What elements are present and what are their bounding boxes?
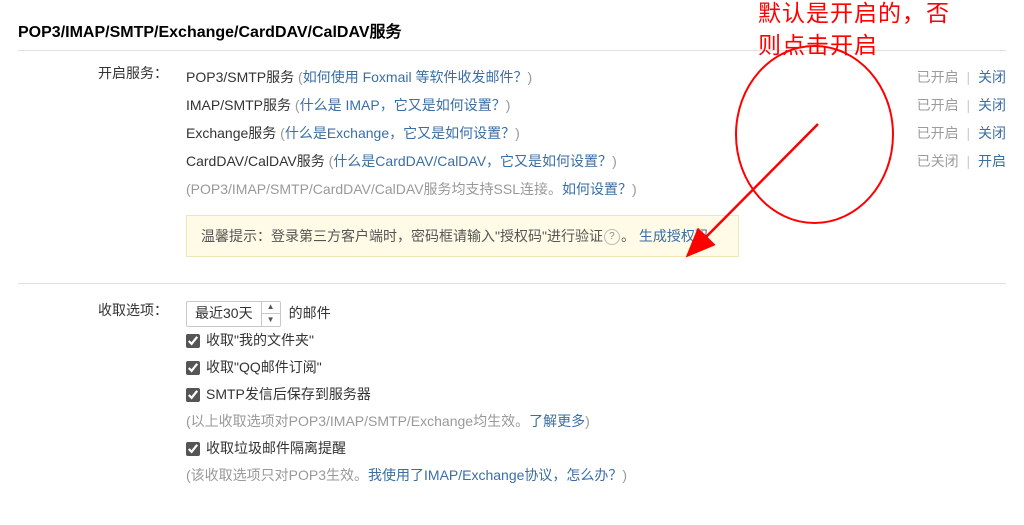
checkbox-spam[interactable] (186, 442, 200, 456)
checkbox-label: 收取垃圾邮件隔离提醒 (206, 435, 346, 462)
receive-note-2: (该收取选项只对POP3生效。我使用了IMAP/Exchange协议，怎么办？) (186, 462, 1006, 489)
chevron-up-icon[interactable]: ▲ (262, 302, 280, 315)
service-action-link[interactable]: 关闭 (978, 125, 1006, 141)
checkbox-row-myfolder: 收取"我的文件夹" (186, 327, 1006, 354)
service-status: 已开启 (917, 125, 959, 141)
note-prefix: (该收取选项只对POP3生效。 (186, 462, 368, 489)
service-action-link[interactable]: 关闭 (978, 97, 1006, 113)
service-row-carddav: CardDAV/CalDAV服务 (什么是CardDAV/CalDAV，它又是如… (186, 147, 1006, 175)
divider-top (18, 50, 1006, 51)
service-action-link[interactable]: 关闭 (978, 69, 1006, 85)
label-receive-options: 收取选项： (18, 300, 186, 489)
checkbox-label: 收取"我的文件夹" (206, 327, 314, 354)
note-prefix: (以上收取选项对POP3/IMAP/SMTP/Exchange均生效。 (186, 408, 529, 435)
ssl-note-link[interactable]: 如何设置？ (562, 181, 632, 197)
note-suffix: ) (622, 462, 627, 489)
tip-prefix: 温馨提示：登录第三方客户端时，密码框请输入"授权码"进行验证 (201, 228, 603, 244)
question-icon[interactable]: ? (604, 229, 620, 245)
checkbox-myfolder[interactable] (186, 334, 200, 348)
tip-period: 。 (621, 228, 635, 244)
chevron-down-icon[interactable]: ▼ (262, 314, 280, 326)
receive-note-1: (以上收取选项对POP3/IMAP/SMTP/Exchange均生效。了解更多) (186, 408, 1006, 435)
service-status: 已开启 (917, 69, 959, 85)
ssl-note-prefix: (POP3/IMAP/SMTP/CardDAV/CalDAV服务均支持SSL连接… (186, 181, 562, 197)
label-enable-service: 开启服务： (18, 63, 186, 265)
service-help-link[interactable]: 什么是CardDAV/CalDAV，它又是如何设置？ (333, 153, 612, 169)
days-select-value: 最近30天 (187, 300, 261, 327)
service-action-link[interactable]: 开启 (978, 153, 1006, 169)
service-row-pop3smtp: POP3/SMTP服务 (如何使用 Foxmail 等软件收发邮件？) 已开启 … (186, 63, 1006, 91)
checkbox-label: SMTP发信后保存到服务器 (206, 381, 371, 408)
service-help-link[interactable]: 如何使用 Foxmail 等软件收发邮件？ (303, 69, 528, 85)
service-status: 已关闭 (917, 153, 959, 169)
service-row-exchange: Exchange服务 (什么是Exchange，它又是如何设置？) 已开启 | … (186, 119, 1006, 147)
checkbox-smtpsave[interactable] (186, 388, 200, 402)
checkbox-row-spam: 收取垃圾邮件隔离提醒 (186, 435, 1006, 462)
service-status: 已开启 (917, 97, 959, 113)
section-title: POP3/IMAP/SMTP/Exchange/CardDAV/CalDAV服务 (18, 18, 1006, 42)
receive-suffix: 的邮件 (289, 300, 331, 327)
generate-auth-code-link[interactable]: 生成授权码 (639, 228, 709, 244)
learn-more-link[interactable]: 了解更多 (529, 408, 585, 435)
divider-middle (18, 283, 1006, 284)
service-help-link[interactable]: 什么是 IMAP，它又是如何设置？ (300, 97, 506, 113)
service-name: IMAP/SMTP服务 (186, 97, 291, 113)
ssl-note-row: (POP3/IMAP/SMTP/CardDAV/CalDAV服务均支持SSL连接… (186, 175, 1006, 203)
service-name: CardDAV/CalDAV服务 (186, 153, 325, 169)
service-name: Exchange服务 (186, 125, 276, 141)
checkbox-row-qqsub: 收取"QQ邮件订阅" (186, 354, 1006, 381)
ssl-note-suffix: ) (632, 181, 637, 197)
service-row-imapsmtp: IMAP/SMTP服务 (什么是 IMAP，它又是如何设置？) 已开启 | 关闭 (186, 91, 1006, 119)
stepper-icon[interactable]: ▲ ▼ (261, 302, 280, 326)
note-suffix: ) (585, 408, 590, 435)
days-select[interactable]: 最近30天 ▲ ▼ (186, 301, 281, 327)
service-name: POP3/SMTP服务 (186, 69, 294, 85)
tip-box: 温馨提示：登录第三方客户端时，密码框请输入"授权码"进行验证?。 生成授权码 (186, 215, 739, 257)
checkbox-row-smtpsave: SMTP发信后保存到服务器 (186, 381, 1006, 408)
checkbox-qqsub[interactable] (186, 361, 200, 375)
imap-help-link[interactable]: 我使用了IMAP/Exchange协议，怎么办？ (368, 462, 622, 489)
service-help-link[interactable]: 什么是Exchange，它又是如何设置？ (285, 125, 515, 141)
checkbox-label: 收取"QQ邮件订阅" (206, 354, 322, 381)
